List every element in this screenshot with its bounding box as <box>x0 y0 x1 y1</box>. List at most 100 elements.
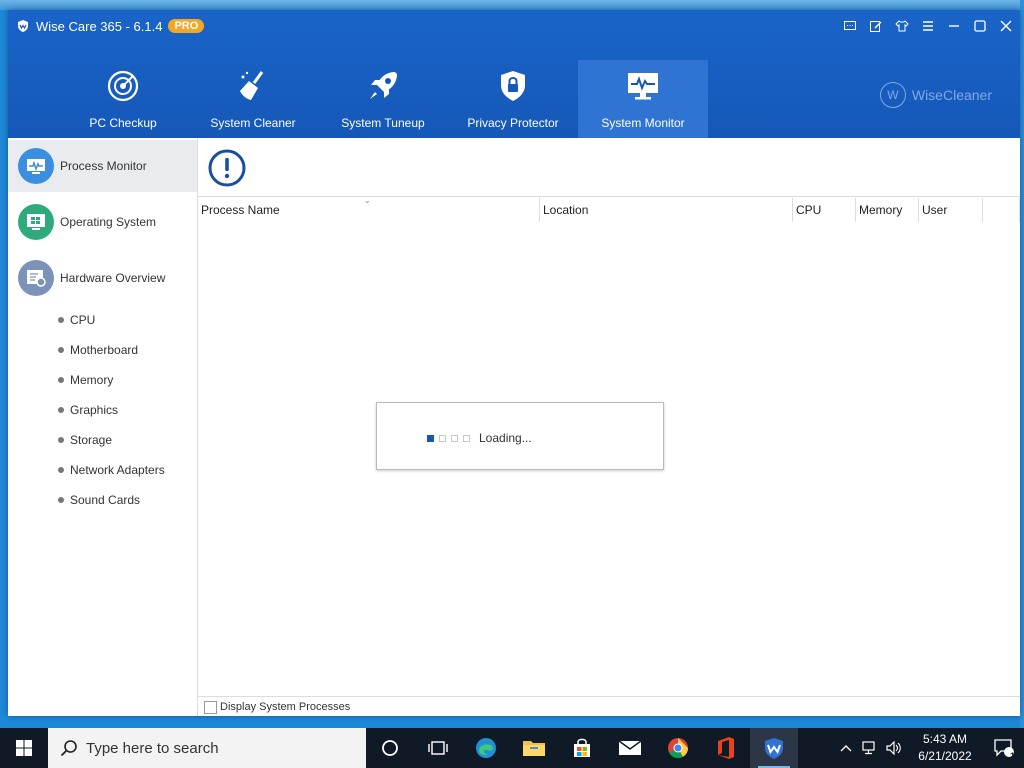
network-button[interactable] <box>858 728 882 768</box>
checkbox-label[interactable]: Display System Processes <box>220 701 350 713</box>
desktop-background <box>0 0 1024 10</box>
sidebar-item-hardware-overview[interactable]: Hardware Overview <box>8 252 197 304</box>
office-icon <box>718 737 734 759</box>
column-user[interactable]: User <box>919 198 983 222</box>
search-placeholder: Type here to search <box>86 739 219 757</box>
search-icon <box>60 740 77 757</box>
loading-indicator: Loading... <box>427 431 532 445</box>
tab-label: System Cleaner <box>210 116 296 130</box>
sidebar-subitem-network-adapters[interactable]: Network Adapters <box>58 460 165 480</box>
bullet-icon <box>58 377 64 383</box>
sidebar-item-label: Hardware Overview <box>60 271 166 285</box>
tab-label: PC Checkup <box>89 116 157 130</box>
bullet-icon <box>58 497 64 503</box>
column-extra[interactable] <box>983 198 1020 222</box>
app-title: Wise Care 365 - 6.1.4 PRO <box>16 16 205 36</box>
mail-app[interactable] <box>606 728 654 768</box>
system-tray: 5:43 AM 6/21/2022 1 <box>834 728 1024 768</box>
column-location[interactable]: Location <box>540 198 793 222</box>
subitem-label: Graphics <box>70 403 119 417</box>
info-button[interactable] <box>207 148 247 188</box>
column-cpu[interactable]: CPU <box>793 198 856 222</box>
process-table-header: Process Name ⌄ Location CPU Memory User <box>198 196 1020 222</box>
display-system-processes-checkbox[interactable] <box>204 700 217 714</box>
column-memory[interactable]: Memory <box>856 198 919 222</box>
app-name: Wise Care 365 - 6.1.4 <box>36 18 163 34</box>
edit-button[interactable] <box>866 16 886 36</box>
sidebar-subitem-motherboard[interactable]: Motherboard <box>58 340 138 360</box>
brand-logo: W WiseCleaner <box>879 82 992 108</box>
subitem-label: Sound Cards <box>70 493 141 507</box>
tab-system-cleaner[interactable]: System Cleaner <box>188 60 318 138</box>
hardware-overview-icon <box>18 260 54 296</box>
skin-icon <box>895 20 909 32</box>
office-app[interactable] <box>702 728 750 768</box>
store-bag-icon <box>574 738 590 757</box>
tab-pc-checkup[interactable]: PC Checkup <box>58 60 188 138</box>
column-label: Process Name <box>201 203 280 217</box>
skin-button[interactable] <box>892 16 912 36</box>
radar-icon <box>107 70 139 102</box>
sidebar-subitem-cpu[interactable]: CPU <box>58 310 95 330</box>
sidebar-subitem-memory[interactable]: Memory <box>58 370 113 390</box>
window-controls <box>840 16 1016 36</box>
broom-icon <box>240 71 264 100</box>
loading-step-icon <box>451 434 458 442</box>
file-explorer-app[interactable] <box>510 728 558 768</box>
minimize-icon <box>949 25 959 27</box>
lock-shield-icon <box>501 71 525 101</box>
rocket-icon <box>370 72 397 99</box>
task-view-icon <box>428 741 448 755</box>
edit-icon <box>870 21 882 32</box>
clock-time: 5:43 AM <box>922 732 968 746</box>
close-button[interactable] <box>996 16 1016 36</box>
maximize-button[interactable] <box>970 16 990 36</box>
menu-button[interactable] <box>918 16 938 36</box>
volume-button[interactable] <box>882 728 906 768</box>
pro-badge: PRO <box>168 19 205 33</box>
tab-label: System Monitor <box>601 116 685 130</box>
sort-arrow-icon: ⌄ <box>364 196 371 205</box>
bullet-icon <box>58 317 64 323</box>
edge-app[interactable] <box>462 728 510 768</box>
tab-system-tuneup[interactable]: System Tuneup <box>318 60 448 138</box>
subitem-label: CPU <box>70 313 96 327</box>
sidebar-item-process-monitor[interactable]: Process Monitor <box>8 140 197 192</box>
subitem-label: Storage <box>70 433 113 447</box>
taskbar-search-box[interactable]: Type here to search <box>48 728 366 768</box>
microsoft-store-app[interactable] <box>558 728 606 768</box>
tab-system-monitor[interactable]: System Monitor <box>578 60 708 138</box>
chrome-app[interactable] <box>654 728 702 768</box>
wise-care-app[interactable] <box>750 728 798 768</box>
cortana-icon <box>382 740 398 756</box>
menu-icon <box>923 21 933 31</box>
sidebar-item-operating-system[interactable]: Operating System <box>8 196 197 248</box>
maximize-icon <box>974 20 986 32</box>
tab-label: System Tuneup <box>341 116 425 130</box>
operating-system-icon <box>18 204 54 240</box>
taskbar: Type here to search 5:43 AM 6/21/2022 1 <box>0 728 1024 768</box>
loading-step-icon <box>439 434 446 442</box>
folder-icon <box>523 741 545 756</box>
action-center-button[interactable]: 1 <box>984 728 1024 768</box>
sidebar-subitem-storage[interactable]: Storage <box>58 430 112 450</box>
subitem-label: Memory <box>70 373 114 387</box>
sidebar-subitem-sound-cards[interactable]: Sound Cards <box>58 490 140 510</box>
sidebar-subitem-graphics[interactable]: Graphics <box>58 400 118 420</box>
footer-bar: Display System Processes <box>198 696 1020 717</box>
task-view-button[interactable] <box>414 728 462 768</box>
bullet-icon <box>58 407 64 413</box>
notification-count: 1 <box>1009 751 1015 761</box>
feedback-button[interactable] <box>840 16 860 36</box>
main-panel: Process Name ⌄ Location CPU Memory User … <box>198 138 1020 716</box>
cortana-button[interactable] <box>366 728 414 768</box>
loading-step-icon <box>463 434 470 442</box>
title-bar: Wise Care 365 - 6.1.4 PRO PC Checkup Sys… <box>8 10 1020 138</box>
minimize-button[interactable] <box>944 16 964 36</box>
tab-privacy-protector[interactable]: Privacy Protector <box>448 60 578 138</box>
column-process-name[interactable]: Process Name ⌄ <box>198 196 540 222</box>
column-label: Location <box>543 203 589 217</box>
taskbar-clock[interactable]: 5:43 AM 6/21/2022 <box>906 731 984 765</box>
start-button[interactable] <box>0 728 48 768</box>
show-hidden-icons-button[interactable] <box>834 728 858 768</box>
